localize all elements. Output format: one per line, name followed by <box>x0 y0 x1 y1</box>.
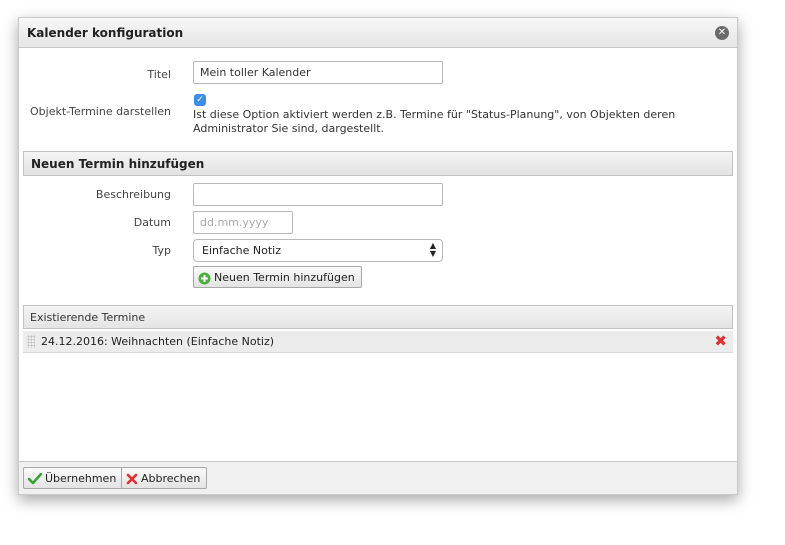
event-item-label: 24.12.2016: Weihnachten (Einfache Notiz) <box>41 335 275 348</box>
description-input[interactable] <box>193 183 443 206</box>
apply-button-label: Übernehmen <box>45 472 117 485</box>
dialog-footer: Übernehmen Abbrechen <box>19 461 737 494</box>
add-event-button-label: Neuen Termin hinzufügen <box>214 271 355 284</box>
dialog-titlebar: Kalender konfiguration ✕ <box>19 18 737 48</box>
date-input[interactable] <box>193 211 293 234</box>
cancel-button[interactable]: Abbrechen <box>121 467 208 489</box>
cross-icon <box>126 473 138 485</box>
add-event-button[interactable]: Neuen Termin hinzufügen <box>193 266 362 288</box>
title-label: Titel <box>147 68 171 81</box>
type-select[interactable]: Einfache Notiz ▲ ▼ <box>193 239 443 262</box>
objects-label: Objekt-Termine darstellen <box>30 105 171 118</box>
objects-checkbox[interactable]: ✓ <box>194 94 206 106</box>
select-arrows-icon: ▲ ▼ <box>429 241 436 258</box>
dialog-title: Kalender konfiguration <box>27 26 184 40</box>
plus-circle-icon <box>198 272 211 284</box>
delete-icon[interactable]: ✖ <box>714 333 727 349</box>
close-icon[interactable]: ✕ <box>715 26 729 40</box>
calendar-config-dialog: Kalender konfiguration ✕ Titel Objekt-Te… <box>18 17 738 495</box>
drag-handle-icon[interactable] <box>27 335 35 348</box>
type-selected-value: Einfache Notiz <box>202 244 281 257</box>
description-label: Beschreibung <box>95 188 171 201</box>
existing-events-header: Existierende Termine <box>23 305 733 329</box>
type-label: Typ <box>152 244 172 257</box>
date-label: Datum <box>133 216 171 229</box>
cancel-button-label: Abbrechen <box>141 472 201 485</box>
title-input[interactable] <box>193 61 443 84</box>
apply-button[interactable]: Übernehmen <box>23 467 124 489</box>
objects-description: Ist diese Option aktiviert werden z.B. T… <box>193 108 676 135</box>
new-event-section-header: Neuen Termin hinzufügen <box>23 151 733 176</box>
checkmark-icon <box>28 473 42 485</box>
list-item[interactable]: 24.12.2016: Weihnachten (Einfache Notiz)… <box>23 331 733 353</box>
